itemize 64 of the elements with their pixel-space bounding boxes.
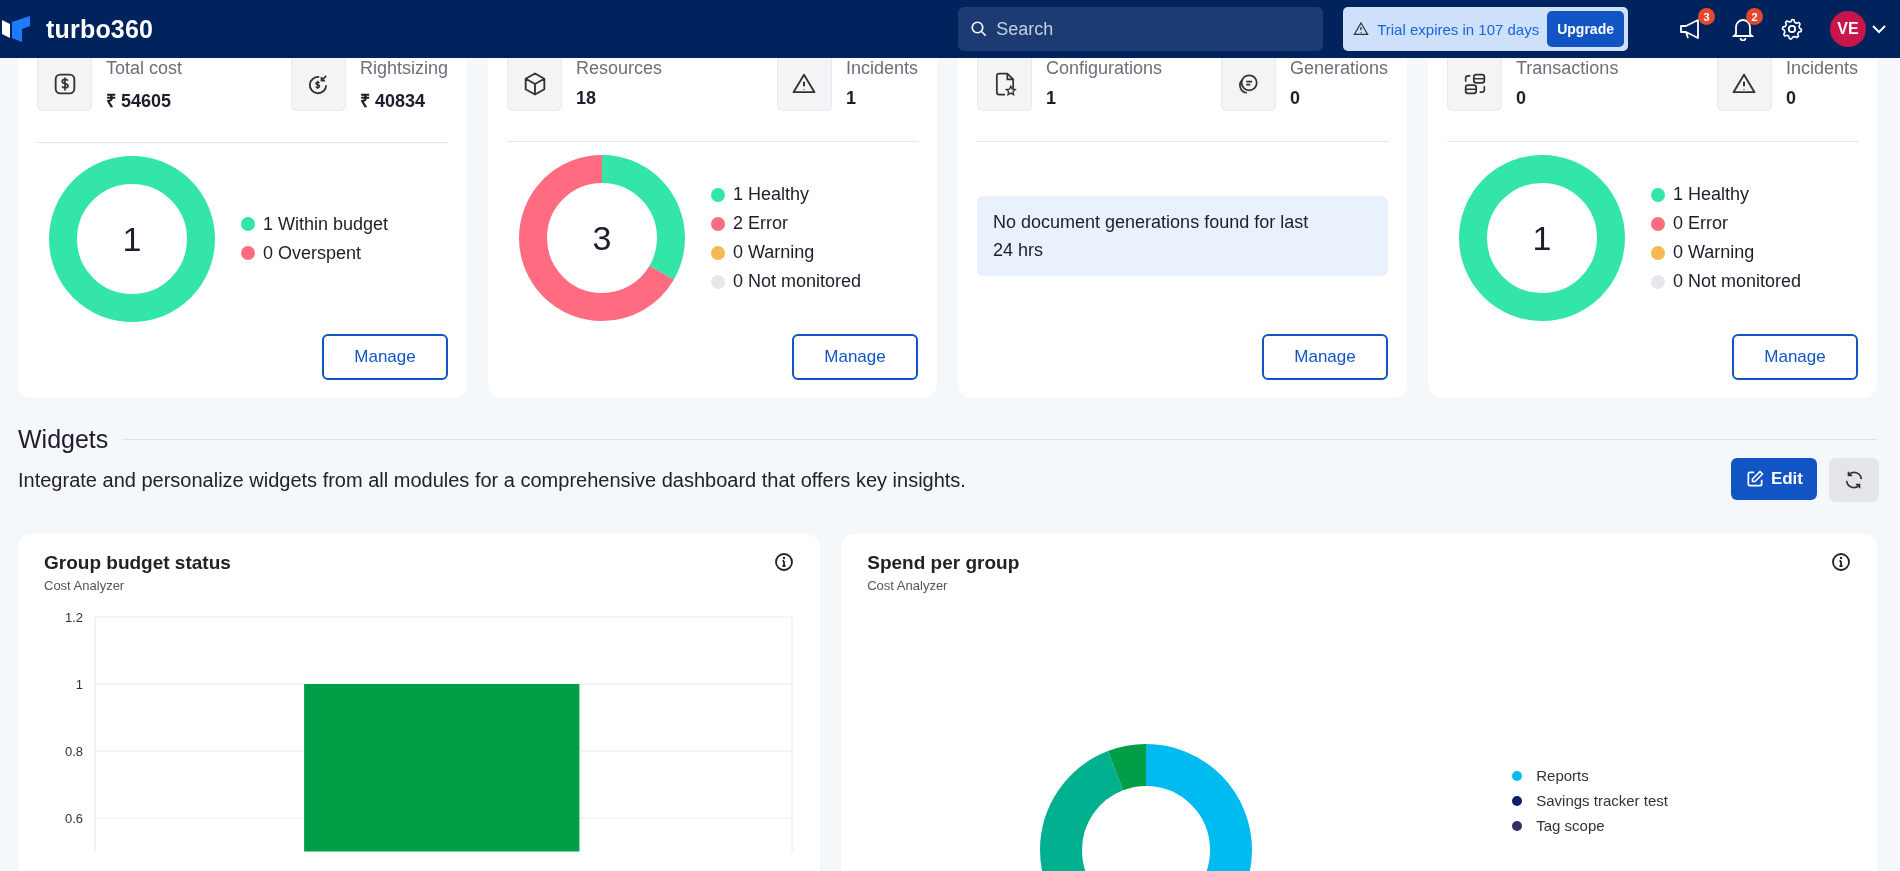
legend-label: Tag scope	[1536, 817, 1605, 834]
legend-label: 1 Healthy	[1673, 184, 1750, 205]
manage-button[interactable]: Manage	[792, 334, 918, 380]
total-count: 3	[592, 219, 612, 257]
axis-tick-label: 0.8	[64, 744, 83, 759]
legend-label: 2 Error	[733, 213, 788, 234]
legend-label: 0 Not monitored	[1673, 271, 1802, 292]
warning-icon	[1353, 21, 1370, 37]
section-title: Widgets	[18, 425, 109, 454]
info-message: No document generations found for last 24 hrs	[977, 196, 1388, 276]
axis-tick-label: 0.6	[64, 811, 83, 826]
axis-tick-label: 1	[75, 677, 83, 692]
stat-value: 1	[845, 88, 857, 109]
widget-title: Group budget status	[44, 552, 231, 574]
section-description: Integrate and personalize widgets from all modules for a comprehensive dashboard that offers key insights.	[18, 468, 966, 492]
stat-value: ₹ 54605	[106, 90, 173, 112]
widget-title: Spend per group	[867, 552, 1020, 574]
axis-tick-label: 1.2	[64, 610, 83, 625]
search-icon	[970, 20, 989, 38]
legend-label: 0 Not monitored	[733, 271, 862, 292]
stat-value: 0	[1516, 88, 1527, 109]
legend-label: 0 Warning	[733, 242, 815, 263]
manage-button[interactable]: Manage	[322, 334, 448, 380]
bell-icon[interactable]	[1732, 17, 1754, 41]
stat-value: 0	[1289, 88, 1301, 109]
stat-value: 18	[576, 88, 598, 109]
stat-label: Incidents	[845, 58, 918, 79]
edit-button[interactable]: Edit	[1730, 458, 1817, 500]
refresh-icon	[1843, 469, 1865, 491]
total-count: 1	[122, 219, 142, 258]
stat-label: Configurations	[1046, 58, 1163, 79]
stat-label: Rightsizing	[359, 58, 448, 79]
widget-subtitle: Cost Analyzer	[867, 578, 949, 593]
manage-button[interactable]: Manage	[1262, 334, 1388, 380]
trial-message: Trial expires in 107 days	[1377, 20, 1540, 38]
legend-label: Savings tracker test	[1536, 792, 1668, 809]
legend-label: 0 Overspent	[263, 242, 362, 264]
announcement-count: 3	[1698, 8, 1715, 25]
user-avatar[interactable]: VE	[1830, 11, 1866, 47]
legend-label: Reports	[1536, 767, 1589, 784]
stat-value: 0	[1785, 88, 1797, 109]
chevron-down-icon[interactable]	[1872, 24, 1886, 34]
upgrade-button[interactable]: Upgrade	[1547, 11, 1624, 47]
info-icon[interactable]	[774, 552, 795, 572]
stat-label: Generations	[1289, 58, 1388, 79]
settings-icon[interactable]	[1780, 17, 1804, 41]
brand-name: turbo360	[46, 14, 154, 44]
stat-label: Transactions	[1516, 58, 1619, 79]
search-field[interactable]: Search	[958, 7, 1324, 51]
stat-label: Incidents	[1785, 58, 1858, 79]
info-icon[interactable]	[1831, 552, 1851, 572]
total-count: 1	[1532, 219, 1552, 257]
notification-count: 2	[1746, 8, 1763, 25]
legend-label: 0 Warning	[1673, 242, 1755, 263]
stat-value: 1	[1046, 88, 1057, 109]
widget-subtitle: Cost Analyzer	[44, 578, 126, 593]
stat-label: Resources	[576, 58, 663, 79]
refresh-button[interactable]	[1829, 458, 1879, 502]
stat-label: Total cost	[106, 58, 183, 79]
stat-value: ₹ 40834	[359, 90, 426, 112]
legend-label: 0 Error	[1673, 213, 1728, 234]
legend-label: 1 Healthy	[733, 184, 810, 205]
manage-button[interactable]: Manage	[1732, 334, 1858, 380]
legend-label: 1 Within budget	[263, 213, 389, 235]
